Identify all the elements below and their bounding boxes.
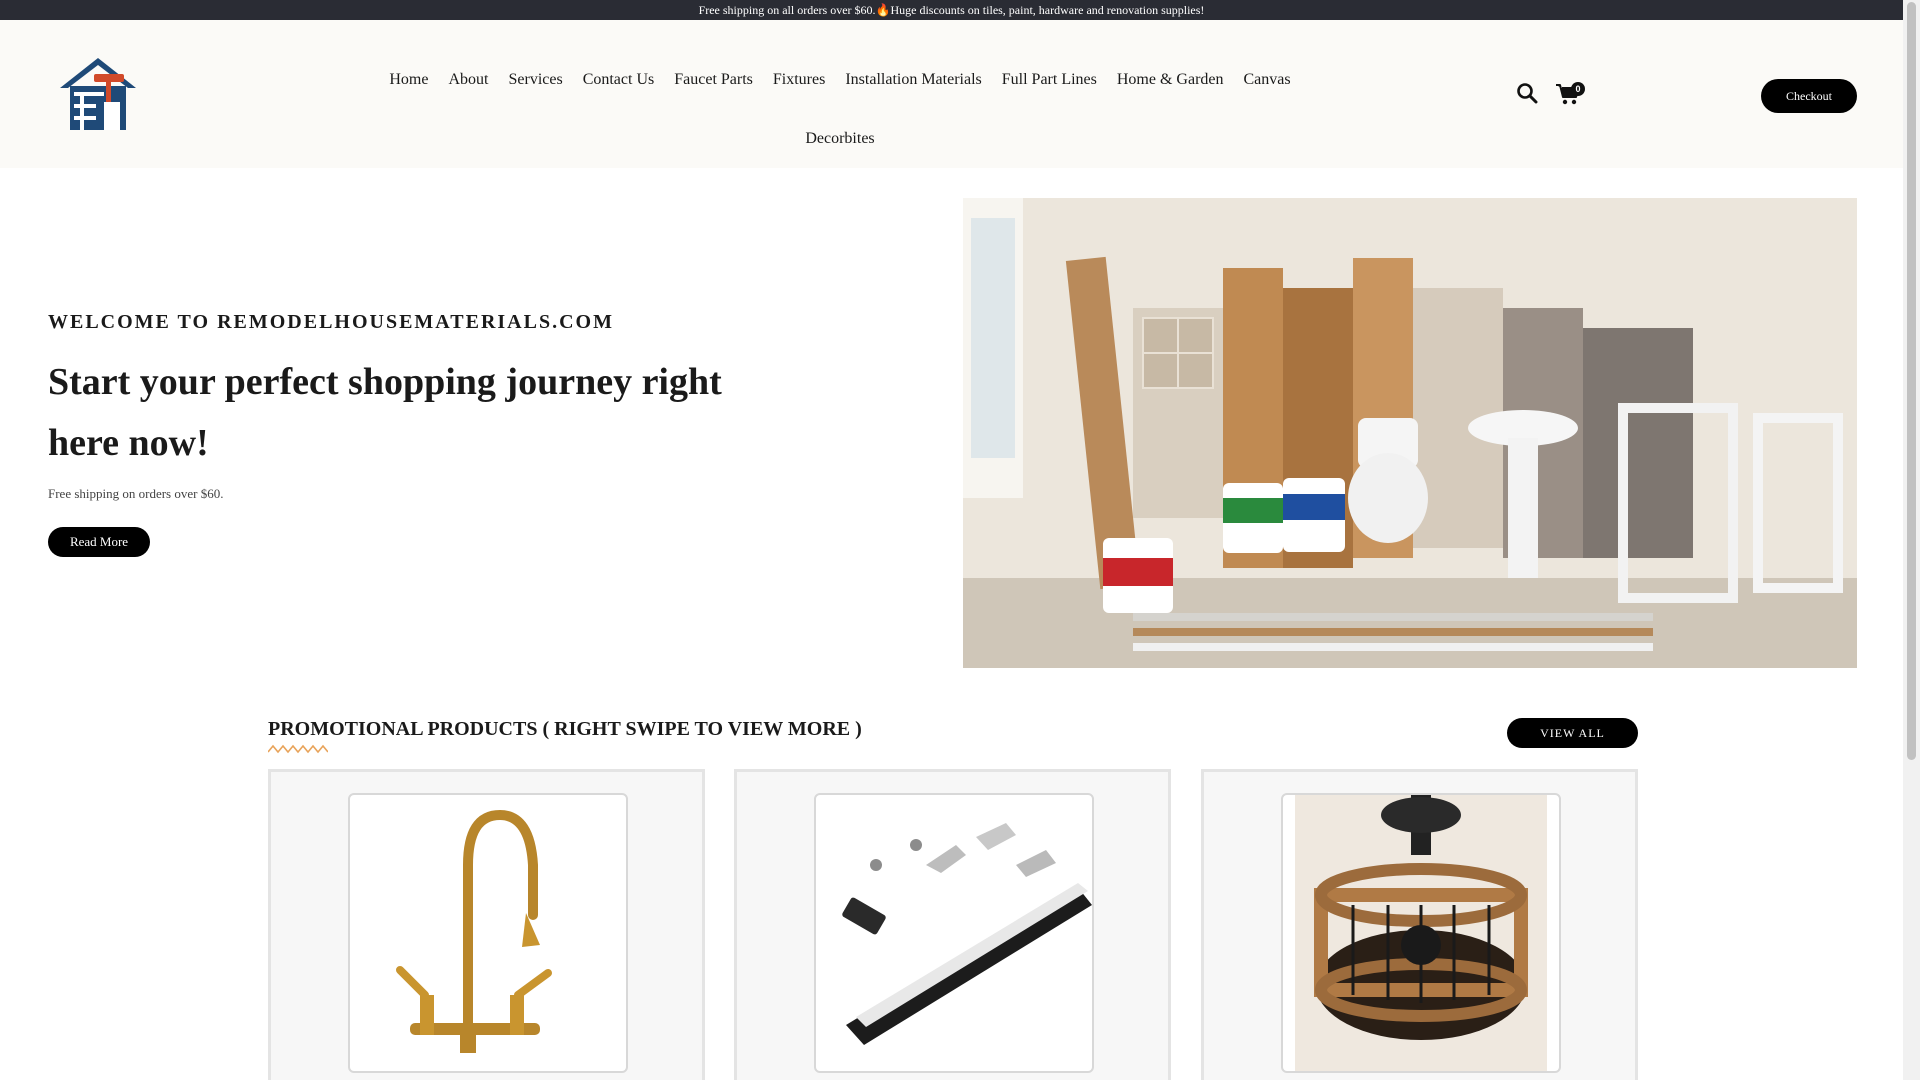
product-image xyxy=(1281,793,1561,1073)
product-image xyxy=(348,793,628,1073)
hero-title: Start your perfect shopping journey righ… xyxy=(48,361,722,464)
nav-faucet-parts[interactable]: Faucet Parts xyxy=(664,50,763,109)
nav-decorbites[interactable]: Decorbites xyxy=(795,109,884,168)
view-all-button[interactable]: VIEW ALL xyxy=(1507,718,1638,748)
product-card[interactable] xyxy=(268,769,705,1080)
checkout-button[interactable]: Checkout xyxy=(1761,79,1857,113)
fire-icon: 🔥 xyxy=(875,3,891,17)
gold-faucet-icon xyxy=(395,795,581,1071)
announcement-text-discounts: Huge discounts on tiles, paint, hardware… xyxy=(890,3,1205,17)
main-nav: Home About Services Contact Us Faucet Pa… xyxy=(370,50,1310,168)
wavy-underline-icon xyxy=(268,744,328,754)
nav-home[interactable]: Home xyxy=(379,50,438,109)
search-icon xyxy=(1517,83,1538,104)
search-button[interactable] xyxy=(1516,82,1538,104)
site-logo[interactable] xyxy=(54,52,142,134)
cart-count-badge: 0 xyxy=(1571,82,1585,96)
product-image xyxy=(814,793,1094,1073)
hero-image xyxy=(963,198,1857,668)
page-scrollbar[interactable] xyxy=(1903,0,1920,1080)
house-tools-logo-icon xyxy=(60,58,136,130)
announcement-text-main: Free shipping on all orders over $60. xyxy=(698,3,876,17)
nav-full-part-lines[interactable]: Full Part Lines xyxy=(992,50,1107,109)
product-card[interactable] xyxy=(734,769,1171,1080)
read-more-button[interactable]: Read More xyxy=(48,527,150,557)
announcement-bar: Free shipping on all orders over $60.🔥Hu… xyxy=(0,0,1903,20)
nav-fixtures[interactable]: Fixtures xyxy=(763,50,835,109)
renovation-materials-illustration xyxy=(963,198,1857,668)
led-channel-icon xyxy=(842,823,1092,1045)
nav-canvas[interactable]: Canvas xyxy=(1234,50,1301,109)
nav-home-garden[interactable]: Home & Garden xyxy=(1107,50,1234,109)
nav-services[interactable]: Services xyxy=(498,50,572,109)
hero-subtitle: Free shipping on orders over $60. xyxy=(48,486,224,501)
hero-eyebrow: WELCOME TO REMODELHOUSEMATERIALS.COM xyxy=(48,311,614,333)
site-header: Home About Services Contact Us Faucet Pa… xyxy=(0,20,1903,168)
ceiling-fan-icon xyxy=(1295,795,1547,1071)
product-card[interactable] xyxy=(1201,769,1638,1080)
promo-section-title: PROMOTIONAL PRODUCTS ( RIGHT SWIPE TO VI… xyxy=(268,718,862,740)
nav-installation-materials[interactable]: Installation Materials xyxy=(835,50,991,109)
nav-about[interactable]: About xyxy=(438,50,498,109)
scrollbar-thumb[interactable] xyxy=(1907,2,1916,760)
nav-contact-us[interactable]: Contact Us xyxy=(573,50,665,109)
